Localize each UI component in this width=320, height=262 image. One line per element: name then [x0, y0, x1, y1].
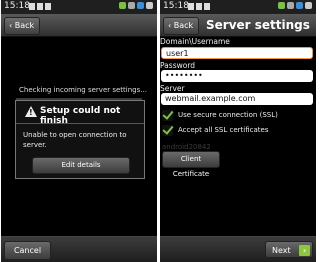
edit-details-button[interactable]: Edit details	[32, 157, 130, 174]
error-dialog: ! Setup could not finish Unable to open …	[15, 100, 145, 179]
status-time: 15:18	[4, 1, 30, 11]
setup-error-screen: 15:18 ‹ Back Checking incoming server se…	[1, 0, 157, 262]
bluetooth-icon	[296, 2, 303, 9]
wifi-icon	[305, 2, 312, 9]
client-certificate-button[interactable]: Client Certificate	[162, 151, 220, 178]
password-label: Password	[160, 61, 196, 70]
dialog-title: Setup could not finish	[40, 106, 121, 126]
bottom-bar: Next ›	[160, 236, 316, 262]
warning-icon: !	[25, 106, 37, 117]
bottom-bar: Cancel	[1, 236, 157, 262]
status-bar: 15:18	[160, 0, 316, 14]
app-bar: ‹ Back	[1, 14, 157, 37]
cancel-button[interactable]: Cancel	[4, 241, 51, 260]
status-time: 15:18	[163, 1, 189, 11]
domain-label: Domain\Username	[160, 37, 230, 46]
battery-icon	[278, 2, 285, 9]
status-bar: 15:18	[1, 0, 157, 14]
arrow-right-icon: ›	[299, 245, 310, 256]
back-button[interactable]: ‹ Back	[4, 17, 41, 35]
back-label: Back	[173, 21, 194, 30]
notification-icons	[29, 3, 59, 11]
next-label: Next	[272, 246, 291, 255]
device-id-text: android20842	[162, 143, 211, 151]
ssl-checkbox[interactable]	[162, 108, 174, 121]
app-bar: ‹ Back Server settings	[160, 14, 316, 37]
battery-icon	[119, 2, 126, 9]
bluetooth-icon	[137, 2, 144, 9]
server-settings-screen: 15:18 ‹ Back Server settings Domain\User…	[160, 0, 316, 262]
wifi-icon	[146, 2, 153, 9]
system-icons	[117, 2, 153, 12]
back-label: Back	[14, 21, 35, 30]
system-icons	[276, 2, 312, 12]
signal-icon	[128, 2, 135, 9]
ssl-label: Use secure connection (SSL)	[178, 111, 278, 119]
next-button[interactable]: Next ›	[265, 241, 313, 258]
dialog-message: Unable to open connection to server.	[23, 131, 127, 149]
checking-status-text: Checking incoming server settings...	[19, 86, 147, 94]
dialog-title-bar: ! Setup could not finish	[16, 101, 144, 126]
domain-username-field[interactable]: user1	[161, 47, 313, 59]
accept-certs-label: Accept all SSL certificates	[178, 126, 269, 134]
back-button[interactable]: ‹ Back	[163, 17, 200, 35]
signal-icon	[287, 2, 294, 9]
page-title: Server settings	[206, 18, 310, 32]
password-field[interactable]: ••••••••	[161, 70, 313, 82]
notification-icons	[188, 3, 218, 11]
server-field[interactable]: webmail.example.com	[161, 93, 313, 105]
server-label: Server	[160, 84, 185, 93]
accept-certs-checkbox[interactable]	[162, 123, 174, 136]
